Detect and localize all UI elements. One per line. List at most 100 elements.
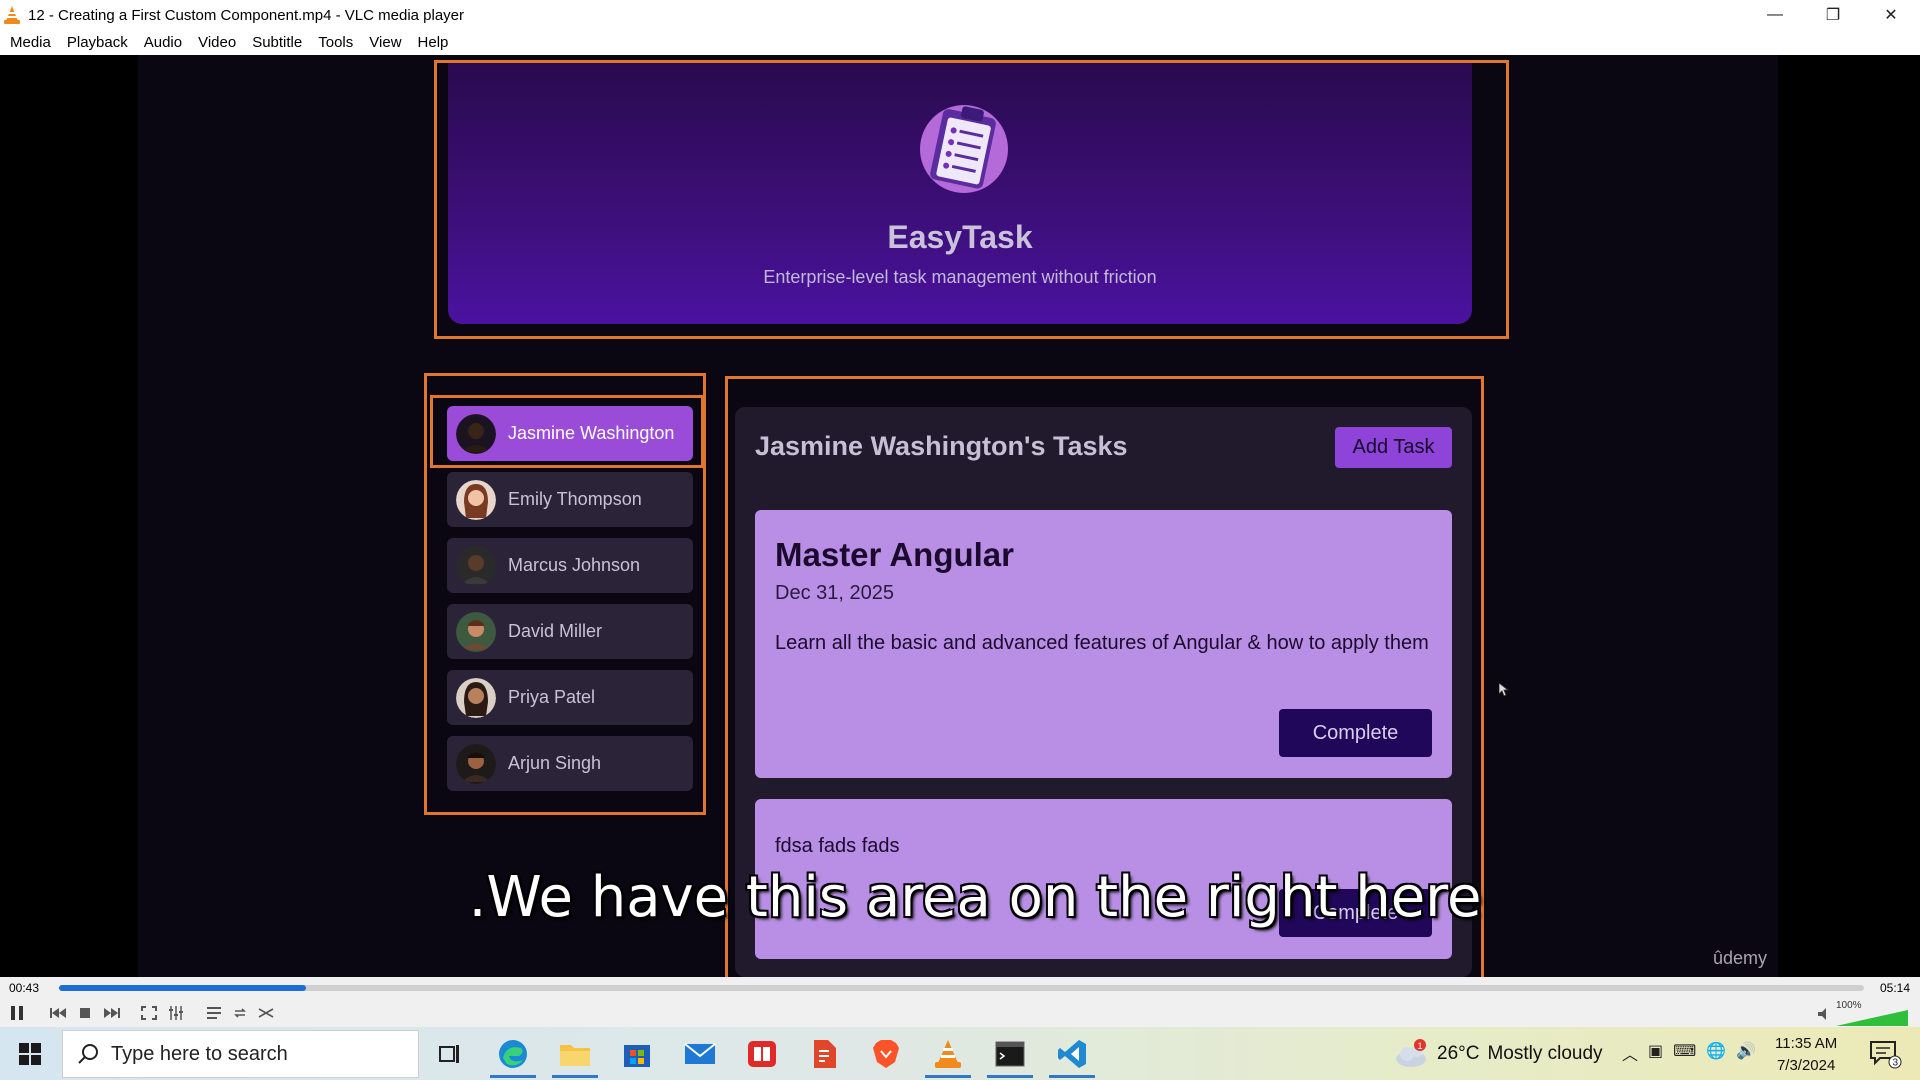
volume-icon[interactable]: 🔊 bbox=[1736, 1041, 1756, 1065]
playlist-button[interactable] bbox=[203, 1002, 225, 1024]
subtitle-text: .We have this area on the right here bbox=[468, 865, 1482, 930]
shuffle-icon bbox=[258, 1008, 274, 1018]
reader-app-button[interactable] bbox=[739, 1033, 785, 1075]
fullscreen-icon bbox=[141, 1006, 157, 1020]
network-icon[interactable]: 🌐 bbox=[1706, 1041, 1726, 1065]
chevron-up-icon[interactable]: ︿ bbox=[1622, 1041, 1638, 1065]
clock-date: 7/3/2024 bbox=[1776, 1057, 1836, 1074]
user-name: David Miller bbox=[508, 621, 603, 641]
restore-button[interactable]: ❐ bbox=[1804, 0, 1862, 30]
meet-now-icon[interactable]: ▣ bbox=[1648, 1041, 1663, 1065]
menu-media[interactable]: Media bbox=[2, 34, 59, 51]
taskbar-search[interactable]: Type here to search bbox=[62, 1030, 419, 1078]
menu-help[interactable]: Help bbox=[410, 34, 457, 51]
user-button[interactable]: Jasmine Washington bbox=[447, 406, 693, 461]
weather-condition: Mostly cloudy bbox=[1487, 1042, 1603, 1064]
avatar bbox=[456, 743, 496, 784]
stop-button[interactable] bbox=[74, 1002, 96, 1024]
vlc-button[interactable] bbox=[925, 1033, 971, 1078]
task-description: fdsa fads fads bbox=[775, 835, 900, 857]
udemy-watermark: ûdemy bbox=[1713, 948, 1768, 968]
seek-row: 00:43 05:14 bbox=[0, 977, 1920, 999]
weather-badge: 1 bbox=[1418, 1041, 1423, 1051]
task-card: Master Angular Dec 31, 2025 Learn all th… bbox=[755, 510, 1452, 778]
clock[interactable]: 11:35 AM 7/3/2024 bbox=[1775, 1033, 1837, 1077]
avatar bbox=[456, 413, 496, 454]
file-explorer-button[interactable] bbox=[552, 1033, 598, 1078]
user-button[interactable]: Arjun Singh bbox=[447, 736, 693, 791]
menu-video[interactable]: Video bbox=[190, 34, 244, 51]
fullscreen-button[interactable] bbox=[138, 1002, 160, 1024]
active-indicator bbox=[490, 1075, 536, 1078]
extended-settings-button[interactable] bbox=[165, 1002, 187, 1024]
time-elapsed: 00:43 bbox=[9, 981, 40, 995]
pause-button[interactable] bbox=[6, 1002, 28, 1024]
user-name: Priya Patel bbox=[508, 687, 596, 707]
user-button[interactable]: Priya Patel bbox=[447, 670, 693, 725]
mouse-cursor-icon bbox=[1499, 683, 1509, 697]
edge-icon bbox=[499, 1040, 527, 1068]
mail-button[interactable] bbox=[677, 1033, 723, 1075]
active-indicator bbox=[1049, 1075, 1095, 1078]
stop-icon bbox=[80, 1008, 90, 1018]
previous-icon bbox=[50, 1008, 66, 1018]
clock-time: 11:35 AM bbox=[1775, 1035, 1838, 1052]
brave-button[interactable] bbox=[863, 1033, 909, 1075]
menu-audio[interactable]: Audio bbox=[136, 34, 190, 51]
pdf-app-button[interactable] bbox=[801, 1033, 847, 1075]
edge-button[interactable] bbox=[490, 1033, 536, 1078]
active-indicator bbox=[925, 1075, 971, 1078]
user-button[interactable]: Emily Thompson bbox=[447, 472, 693, 527]
menu-view[interactable]: View bbox=[361, 34, 409, 51]
task-view-icon bbox=[439, 1045, 459, 1063]
user-name: Emily Thompson bbox=[508, 489, 642, 509]
speaker-icon[interactable] bbox=[1818, 1008, 1832, 1020]
terminal-button[interactable] bbox=[987, 1033, 1033, 1078]
equalizer-icon bbox=[169, 1006, 183, 1020]
menu-subtitle[interactable]: Subtitle bbox=[244, 34, 310, 51]
user-button[interactable]: David Miller bbox=[447, 604, 693, 659]
menu-playback[interactable]: Playback bbox=[59, 34, 136, 51]
menu-tools[interactable]: Tools bbox=[310, 34, 361, 51]
volume-slider[interactable] bbox=[1836, 1010, 1908, 1026]
notification-count: 3 bbox=[1893, 1058, 1899, 1069]
loop-icon bbox=[234, 1008, 246, 1018]
seek-progress bbox=[59, 985, 307, 991]
mail-icon bbox=[684, 1043, 716, 1064]
next-button[interactable] bbox=[100, 1002, 122, 1024]
add-task-button[interactable]: Add Task bbox=[1335, 427, 1452, 468]
task-description: Learn all the basic and advanced feature… bbox=[775, 632, 1429, 654]
shuffle-button[interactable] bbox=[255, 1002, 277, 1024]
brave-icon bbox=[873, 1040, 899, 1068]
user-name: Arjun Singh bbox=[508, 753, 602, 773]
seek-bar[interactable] bbox=[59, 985, 1864, 991]
tasks-title: Jasmine Washington's Tasks bbox=[755, 431, 1128, 461]
next-icon bbox=[104, 1008, 120, 1018]
video-area[interactable]: EasyTask Enterprise-level task managemen… bbox=[0, 55, 1920, 977]
notification-center-button[interactable]: 3 bbox=[1868, 1039, 1902, 1074]
pdf-icon bbox=[814, 1040, 836, 1068]
previous-button[interactable] bbox=[48, 1002, 70, 1024]
user-name: Marcus Johnson bbox=[508, 555, 641, 575]
task-view-button[interactable] bbox=[427, 1033, 473, 1075]
vscode-button[interactable] bbox=[1049, 1033, 1095, 1078]
highlight-box-header bbox=[434, 60, 1509, 339]
store-button[interactable] bbox=[614, 1033, 660, 1075]
terminal-icon bbox=[995, 1041, 1025, 1067]
user-button[interactable]: Marcus Johnson bbox=[447, 538, 693, 593]
complete-button[interactable]: Complete bbox=[1279, 709, 1432, 757]
start-button[interactable] bbox=[0, 1027, 60, 1080]
avatar bbox=[456, 479, 496, 520]
book-icon bbox=[748, 1041, 776, 1067]
avatar bbox=[456, 611, 496, 652]
minimize-button[interactable]: — bbox=[1746, 0, 1804, 30]
close-button[interactable]: ✕ bbox=[1862, 0, 1920, 30]
avatar bbox=[456, 677, 496, 718]
active-indicator bbox=[552, 1075, 598, 1078]
language-icon[interactable]: ⌨ bbox=[1673, 1041, 1696, 1065]
menu-bar: Media Playback Audio Video Subtitle Tool… bbox=[0, 30, 1920, 55]
search-icon bbox=[78, 1044, 98, 1064]
loop-button[interactable] bbox=[229, 1002, 251, 1024]
weather-widget[interactable]: 1 26°C Mostly cloudy bbox=[1393, 1027, 1603, 1080]
search-placeholder: Type here to search bbox=[111, 1042, 288, 1065]
